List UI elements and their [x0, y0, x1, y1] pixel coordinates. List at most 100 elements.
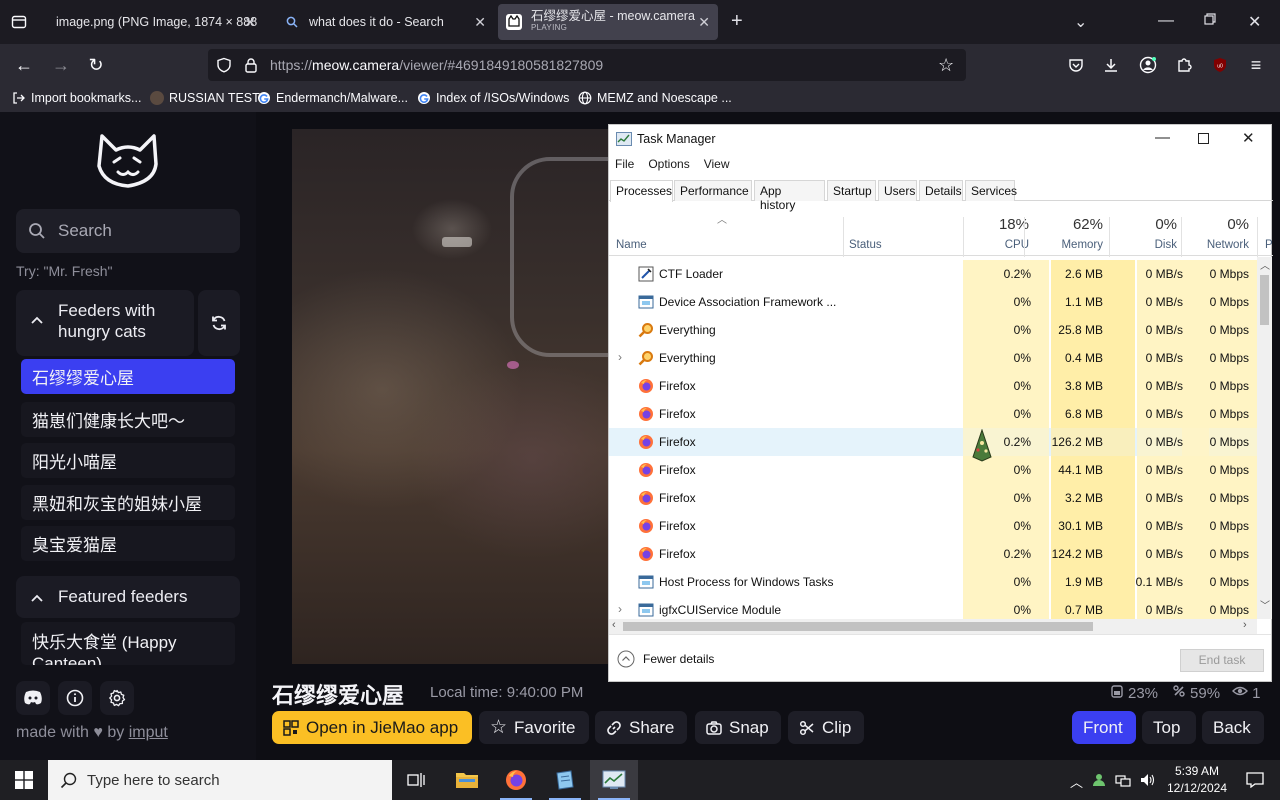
settings-button[interactable] [100, 681, 134, 715]
menu-file[interactable]: File [615, 157, 634, 171]
tab-details[interactable]: Details [919, 180, 963, 201]
back-arrow-icon[interactable]: ← [13, 54, 35, 76]
process-row[interactable]: Firefox 0% 6.8 MB 0 MB/s 0 Mbps [609, 400, 1257, 428]
tab-startup[interactable]: Startup [827, 180, 876, 201]
user-status-icon[interactable] [1092, 773, 1106, 790]
tab-list-icon[interactable] [8, 11, 30, 33]
tab-processes[interactable]: Processes [610, 180, 673, 202]
sort-up-icon[interactable]: ︿ [717, 211, 727, 226]
scroll-thumb[interactable] [623, 622, 1093, 631]
scroll-up-icon[interactable]: ︿ [1260, 257, 1270, 272]
process-row[interactable]: Firefox 0% 30.1 MB 0 MB/s 0 Mbps [609, 512, 1257, 540]
forward-arrow-icon[interactable]: → [50, 54, 72, 76]
taskbar-clock[interactable]: 5:39 AM 12/12/2024 [1160, 763, 1234, 797]
search-input[interactable]: Search [16, 209, 240, 253]
column-power[interactable]: P [1265, 239, 1273, 251]
info-button[interactable] [58, 681, 92, 715]
close-window-icon[interactable]: ✕ [1242, 129, 1255, 147]
scroll-left-icon[interactable]: ‹ [612, 619, 616, 631]
close-tab-icon[interactable]: ✕ [244, 14, 256, 31]
feeder-item[interactable]: 黑妞和灰宝的姐妹小屋 [21, 485, 235, 520]
file-explorer-button[interactable] [443, 760, 491, 800]
menu-view[interactable]: View [704, 157, 730, 171]
bookmark-import[interactable]: Import bookmarks... [12, 91, 141, 105]
process-row[interactable]: Firefox 0% 3.8 MB 0 MB/s 0 Mbps [609, 372, 1257, 400]
column-cpu[interactable]: CPU [989, 239, 1029, 251]
group-featured-toggle[interactable]: Featured feeders [16, 576, 240, 618]
share-button[interactable]: Share [595, 711, 687, 744]
tab-meow-camera[interactable]: 石缪缪爱心屋 - meow.camera PLAYING ✕ [498, 4, 718, 40]
maximize-icon[interactable] [1198, 131, 1209, 148]
download-icon[interactable] [1100, 54, 1122, 76]
process-row[interactable]: › Everything 0% 0.4 MB 0 MB/s 0 Mbps [609, 344, 1257, 372]
feeder-item[interactable]: 猫崽们健康长大吧～ [21, 402, 235, 437]
open-app-button[interactable]: Open in JieMao app [272, 711, 472, 744]
feeder-item[interactable]: 快乐大食堂 (Happy Canteen) [21, 622, 235, 665]
ublock-icon[interactable]: u0 [1209, 54, 1231, 76]
process-row[interactable]: › igfxCUIService Module 0% 0.7 MB 0 MB/s 0 Mb… [609, 596, 1257, 619]
tab-users[interactable]: Users [878, 180, 917, 201]
end-task-button[interactable]: End task [1180, 649, 1264, 672]
bookmark-russian-test[interactable]: RUSSIAN TEST [150, 91, 260, 105]
top-camera-button[interactable]: Top [1142, 711, 1196, 744]
process-row[interactable]: Firefox 0.2% 126.2 MB 0 MB/s 0 Mbps [609, 428, 1257, 456]
process-row[interactable]: Device Association Framework ... 0% 1.1 MB… [609, 288, 1257, 316]
clip-button[interactable]: Clip [788, 711, 864, 744]
process-row[interactable]: Host Process for Windows Tasks 0% 1.9 MB 0.… [609, 568, 1257, 596]
process-row[interactable]: Firefox 0% 44.1 MB 0 MB/s 0 Mbps [609, 456, 1257, 484]
scroll-thumb[interactable] [1260, 275, 1269, 325]
menu-icon[interactable]: ≡ [1245, 54, 1267, 76]
extensions-icon[interactable] [1173, 54, 1195, 76]
url-text[interactable]: https://meow.camera/viewer/#469184918058… [270, 57, 603, 73]
close-tab-icon[interactable]: ✕ [474, 14, 486, 31]
process-row[interactable]: Everything 0% 25.8 MB 0 MB/s 0 Mbps [609, 316, 1257, 344]
snap-button[interactable]: Snap [695, 711, 781, 744]
network-icon[interactable] [1115, 773, 1131, 790]
expand-chevron-icon[interactable]: › [618, 602, 622, 616]
star-icon[interactable]: ☆ [938, 55, 954, 76]
menu-options[interactable]: Options [648, 157, 689, 171]
tab-performance[interactable]: Performance [674, 180, 752, 201]
column-disk[interactable]: Disk [1137, 239, 1177, 251]
author-link[interactable]: imput [129, 724, 168, 741]
start-button[interactable] [0, 760, 48, 800]
url-bar[interactable]: https://meow.camera/viewer/#469184918058… [208, 49, 966, 81]
column-name[interactable]: Name [616, 239, 647, 251]
column-memory[interactable]: Memory [1033, 239, 1103, 251]
minimize-icon[interactable]: — [1158, 12, 1174, 30]
back-camera-button[interactable]: Back [1202, 711, 1264, 744]
chevron-up-icon[interactable]: ︿ [1070, 772, 1083, 791]
group-hungry-cats-toggle[interactable]: Feeders with hungry cats [16, 290, 194, 356]
discord-button[interactable] [16, 681, 50, 715]
task-view-button[interactable] [392, 760, 440, 800]
tab-app-history[interactable]: App history [754, 180, 825, 212]
process-row[interactable]: CTF Loader 0.2% 2.6 MB 0 MB/s 0 Mbps [609, 260, 1257, 288]
close-tab-icon[interactable]: ✕ [698, 14, 710, 31]
column-status[interactable]: Status [849, 239, 882, 251]
scroll-down-icon[interactable]: ﹀ [1260, 597, 1270, 612]
refresh-button[interactable] [198, 290, 240, 356]
tab-search[interactable]: what does it do - Search ✕ [272, 4, 494, 40]
firefox-taskbar-button[interactable] [492, 760, 540, 800]
tab-services[interactable]: Services [965, 180, 1017, 201]
feeder-item[interactable]: 臭宝爱猫屋 [21, 526, 235, 561]
bookmark-memz[interactable]: MEMZ and Noescape ... [578, 91, 732, 105]
vertical-scrollbar[interactable]: ︿ ﹀ [1257, 257, 1272, 619]
reload-icon[interactable]: ↻ [85, 54, 107, 76]
chevron-down-icon[interactable]: ⌄ [1074, 12, 1087, 32]
fewer-details-button[interactable]: Fewer details [617, 650, 714, 668]
process-row[interactable]: Firefox 0% 3.2 MB 0 MB/s 0 Mbps [609, 484, 1257, 512]
scroll-right-icon[interactable]: › [1243, 619, 1247, 631]
camera-video[interactable] [292, 129, 610, 664]
taskbar-search-input[interactable]: Type here to search [48, 760, 392, 800]
notepad-taskbar-button[interactable] [541, 760, 589, 800]
column-network[interactable]: Network [1189, 239, 1249, 251]
horizontal-scrollbar[interactable]: ‹ › [609, 619, 1257, 634]
new-tab-icon[interactable]: + [731, 10, 743, 33]
speaker-icon[interactable] [1140, 773, 1156, 790]
close-window-icon[interactable]: ✕ [1248, 12, 1261, 32]
minimize-icon[interactable]: — [1155, 129, 1170, 146]
cat-logo-icon[interactable] [94, 130, 162, 197]
lock-icon[interactable] [244, 57, 258, 78]
restore-icon[interactable] [1204, 12, 1216, 30]
